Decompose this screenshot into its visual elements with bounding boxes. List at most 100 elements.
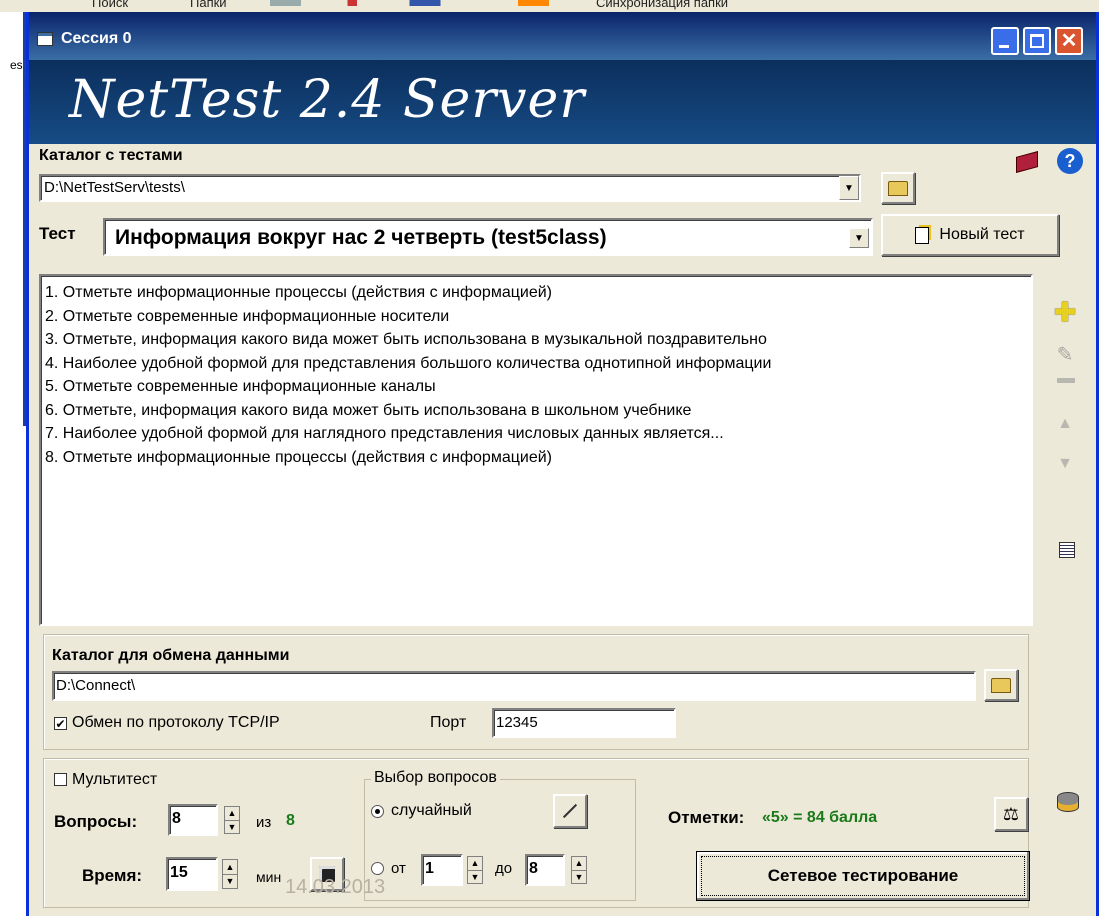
list-item[interactable]: 2. Отметьте современные информационные н… xyxy=(41,305,1031,329)
new-test-label: Новый тест xyxy=(939,226,1025,243)
list-item[interactable]: 5. Отметьте современные информационные к… xyxy=(41,375,1031,399)
selection-group: Выбор вопросов случайный от 1 ▲ ▼ до 8 ▲ ▼ xyxy=(364,769,636,901)
tcp-checkbox[interactable]: ✔ xyxy=(54,717,67,730)
list-item[interactable]: 8. Отметьте информационные процессы (дей… xyxy=(41,446,1031,470)
folder-icon xyxy=(991,677,1011,693)
remove-icon[interactable] xyxy=(1057,378,1075,383)
test-combobox[interactable]: Информация вокруг нас 2 четверть (test5c… xyxy=(103,218,873,256)
settings-group: Мультитест Вопросы: 8 ▲ ▼ из 8 Время: 15 … xyxy=(43,758,1030,908)
spin-up-icon[interactable]: ▲ xyxy=(468,857,482,871)
questions-count-value: 8 xyxy=(172,810,181,827)
port-value: 12345 xyxy=(496,714,538,731)
catalog-path-value: D:\NetTestServ\tests\ xyxy=(44,179,185,196)
time-value: 15 xyxy=(170,864,188,881)
multitest-checkbox[interactable] xyxy=(54,773,67,786)
list-icon[interactable] xyxy=(1059,542,1075,558)
book-icon[interactable] xyxy=(1013,148,1043,174)
spin-up-icon[interactable]: ▲ xyxy=(572,857,586,871)
grades-settings-button[interactable]: ⚖ xyxy=(994,797,1028,831)
to-input[interactable]: 8 xyxy=(525,854,565,886)
to-spinner[interactable]: ▲ ▼ xyxy=(571,856,587,884)
multitest-label: Мультитест xyxy=(72,771,158,788)
exchange-browse-button[interactable] xyxy=(984,669,1018,701)
bg-left-fragment: es xyxy=(10,58,23,72)
list-item[interactable]: 1. Отметьте информационные процессы (дей… xyxy=(41,281,1031,305)
min-label: мин xyxy=(256,869,282,885)
range-radio[interactable] xyxy=(371,862,384,875)
time-label: Время: xyxy=(82,866,143,885)
exchange-group: Каталог для обмена данными D:\Connect\ ✔… xyxy=(43,634,1029,750)
new-doc-icon xyxy=(915,226,930,244)
from-spinner[interactable]: ▲ ▼ xyxy=(467,856,483,884)
port-label: Порт xyxy=(430,714,467,731)
from-value: 1 xyxy=(425,860,434,877)
test-dropdown-button[interactable]: ▼ xyxy=(849,228,869,248)
selection-group-label: Выбор вопросов xyxy=(371,769,500,787)
bg-toolbar-search: Поиск xyxy=(92,0,129,10)
time-spinner[interactable]: ▲ ▼ xyxy=(222,859,238,889)
spin-up-icon[interactable]: ▲ xyxy=(225,807,239,821)
of-label: из xyxy=(256,814,272,831)
new-test-button[interactable]: Новый тест xyxy=(881,214,1059,256)
add-icon[interactable]: ✚ xyxy=(1051,297,1079,327)
spin-down-icon[interactable]: ▼ xyxy=(468,871,482,884)
exchange-label: Каталог для обмена данными xyxy=(52,647,290,664)
down-arrow-icon[interactable]: ▼ xyxy=(1051,450,1079,478)
to-label: до xyxy=(495,860,513,877)
questions-list[interactable]: 1. Отметьте информационные процессы (дей… xyxy=(39,274,1033,626)
minimize-button[interactable] xyxy=(991,27,1019,55)
bg-toolbar-icons xyxy=(270,0,580,6)
spin-down-icon[interactable]: ▼ xyxy=(572,871,586,884)
exchange-path-value: D:\Connect\ xyxy=(56,677,136,694)
spin-up-icon[interactable]: ▲ xyxy=(223,860,237,875)
chevron-down-icon: ▼ xyxy=(844,182,854,194)
close-button[interactable]: ✕ xyxy=(1055,27,1083,55)
network-testing-button[interactable]: Сетевое тестирование xyxy=(696,851,1030,901)
list-item[interactable]: 4. Наиболее удобной формой для представл… xyxy=(41,352,1031,376)
list-item[interactable]: 7. Наиболее удобной формой для наглядног… xyxy=(41,422,1031,446)
of-value: 8 xyxy=(286,812,295,829)
background-app-toolbar: Поиск Папки Синхронизация папки xyxy=(0,0,1099,12)
random-radio[interactable] xyxy=(371,805,384,818)
session-window: Сессия 0 ✕ NetTest 2.4 Server Каталог с … xyxy=(26,12,1099,916)
test-label: Тест xyxy=(39,224,76,243)
banner: NetTest 2.4 Server xyxy=(29,60,1096,144)
spin-down-icon[interactable]: ▼ xyxy=(225,821,239,834)
catalog-dropdown-button[interactable]: ▼ xyxy=(839,176,859,200)
folder-icon xyxy=(888,180,908,196)
bg-toolbar-folders: Папки xyxy=(190,0,227,10)
catalog-path-combobox[interactable]: D:\NetTestServ\tests\ ▼ xyxy=(39,174,861,202)
spin-down-icon[interactable]: ▼ xyxy=(223,875,237,889)
questions-count-input[interactable]: 8 xyxy=(168,804,218,836)
wand-icon xyxy=(562,803,578,819)
radio-dot xyxy=(375,809,380,814)
maximize-button[interactable] xyxy=(1023,27,1051,55)
up-arrow-icon[interactable]: ▲ xyxy=(1051,410,1079,438)
exchange-path-input[interactable]: D:\Connect\ xyxy=(52,671,976,701)
catalog-label: Каталог с тестами xyxy=(39,147,183,164)
minimize-icon xyxy=(999,45,1009,48)
list-item[interactable]: 6. Отметьте, информация какого вида може… xyxy=(41,399,1031,423)
title-bar[interactable]: Сессия 0 ✕ xyxy=(29,12,1096,60)
test-selected-value: Информация вокруг нас 2 четверть (test5c… xyxy=(115,226,607,249)
time-input[interactable]: 15 xyxy=(166,857,218,891)
edit-icon[interactable]: ✎ xyxy=(1051,340,1079,368)
catalog-browse-button[interactable] xyxy=(881,172,915,204)
database-icon[interactable] xyxy=(1055,788,1081,816)
from-label: от xyxy=(391,860,406,877)
from-input[interactable]: 1 xyxy=(421,854,463,886)
scales-icon: ⚖ xyxy=(1002,803,1020,824)
wand-button[interactable] xyxy=(553,794,587,828)
help-icon[interactable]: ? xyxy=(1057,148,1083,174)
list-item[interactable]: 3. Отметьте, информация какого вида може… xyxy=(41,328,1031,352)
maximize-icon xyxy=(1030,34,1044,48)
grades-value: «5» = 84 балла xyxy=(762,809,878,826)
grades-label: Отметки: xyxy=(668,808,745,827)
chevron-down-icon: ▼ xyxy=(854,232,864,244)
close-icon: ✕ xyxy=(1060,30,1078,52)
to-value: 8 xyxy=(529,860,538,877)
questions-count-spinner[interactable]: ▲ ▼ xyxy=(224,806,240,834)
port-input[interactable]: 12345 xyxy=(492,708,676,738)
random-label: случайный xyxy=(391,802,472,819)
questions-count-label: Вопросы: xyxy=(54,812,138,831)
